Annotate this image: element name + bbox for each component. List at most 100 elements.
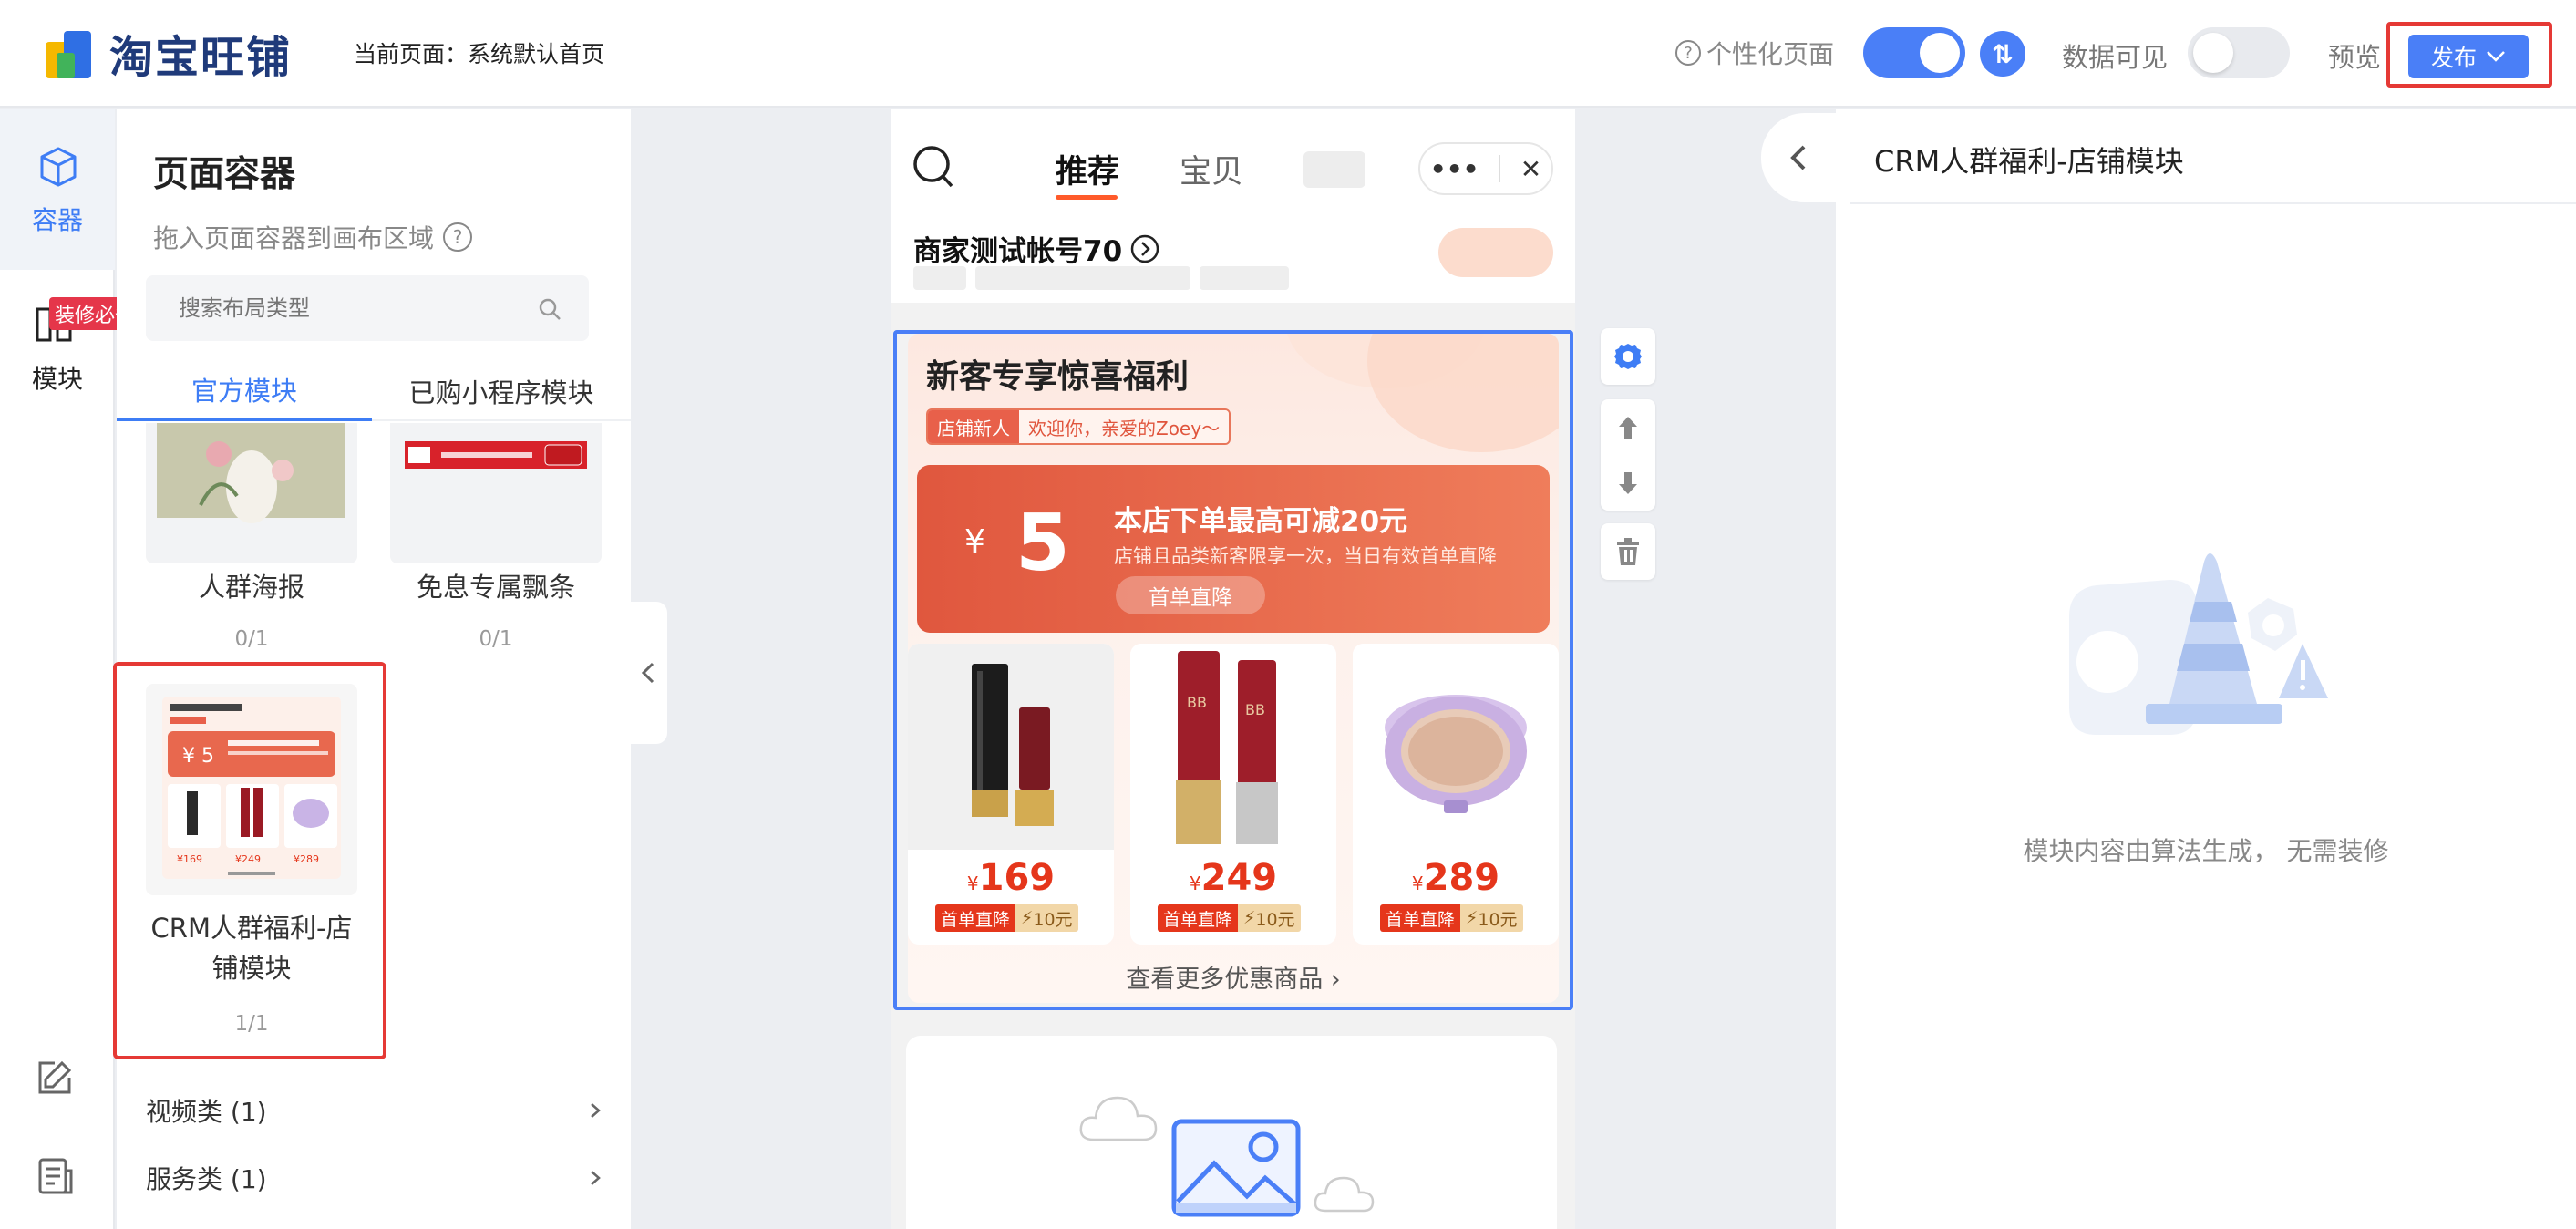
product-card-cushion[interactable]: ¥289 首单直降 ⚡ 10元 bbox=[1353, 644, 1559, 945]
bb-cream-image: BB BB bbox=[1130, 644, 1336, 850]
taobao-wangpu-logo: 淘宝旺铺 bbox=[44, 24, 292, 83]
card-name: 免息专属飘条 bbox=[416, 572, 575, 603]
shop-header: 推荐 宝贝 ••• ✕ 商家测试帐号70 bbox=[891, 109, 1575, 303]
personalize-help[interactable]: ? 个性化页面 bbox=[1675, 24, 1834, 82]
first-order-button[interactable]: 首单直降 bbox=[1116, 576, 1265, 614]
chevron-right-icon bbox=[591, 1103, 601, 1118]
tag-discount: ⚡ 10元 bbox=[1460, 904, 1523, 932]
price-value: 169 bbox=[978, 857, 1056, 899]
settings-button[interactable] bbox=[1601, 328, 1655, 385]
data-visible-label: 数据可见 bbox=[2062, 42, 2169, 73]
coupon-amount: 5 bbox=[1015, 498, 1070, 589]
gear-icon bbox=[1614, 344, 1642, 369]
product-card-bb-cream[interactable]: BB BB ¥249 首单直降 ⚡ 10元 bbox=[1130, 644, 1336, 945]
price-value: 289 bbox=[1423, 857, 1500, 899]
tag-discount: ⚡ 10元 bbox=[1238, 904, 1301, 932]
card-name: 人群海报 bbox=[198, 572, 304, 603]
search-icon[interactable] bbox=[912, 144, 955, 190]
category-video[interactable]: 视频类 (1) bbox=[146, 1083, 602, 1138]
product-tag: 首单直降 ⚡ 10元 bbox=[935, 904, 1078, 932]
rail-label-container: 容器 bbox=[31, 205, 83, 235]
lipstick-image bbox=[908, 644, 1114, 850]
panel-title: 页面容器 bbox=[153, 154, 296, 195]
svg-text:BB: BB bbox=[1187, 694, 1207, 711]
selected-card-highlight bbox=[113, 662, 386, 1059]
arrow-down-icon[interactable] bbox=[1616, 470, 1640, 497]
mini-program-capsule: ••• ✕ bbox=[1418, 142, 1553, 195]
swap-icon[interactable]: ⇅ bbox=[1980, 31, 2025, 77]
help-icon[interactable]: ? bbox=[443, 222, 473, 252]
panel-subtitle: 拖入页面容器到画布区域 ? bbox=[153, 219, 478, 255]
preview-button[interactable]: 预览 bbox=[2328, 36, 2381, 75]
skeleton-bar bbox=[913, 266, 966, 290]
layout-search-input[interactable] bbox=[146, 275, 529, 341]
module-card-interest-free-banner[interactable]: 免息专属飘条 0/1 bbox=[390, 423, 602, 769]
shop-tab-items[interactable]: 宝贝 bbox=[1180, 146, 1243, 192]
cloud-icon bbox=[1079, 1096, 1158, 1141]
view-more-deals-link[interactable]: 查看更多优惠商品 › bbox=[908, 959, 1559, 995]
chevron-left-icon bbox=[1790, 145, 1806, 170]
image-placeholder-module[interactable] bbox=[906, 1036, 1557, 1229]
tag-first-order: 首单直降 bbox=[1380, 904, 1461, 932]
traffic-cone-empty-icon bbox=[2069, 553, 2328, 735]
product-card-lipstick[interactable]: ¥169 首单直降 ⚡ 10元 bbox=[908, 644, 1114, 945]
document-list-icon[interactable] bbox=[35, 1156, 75, 1196]
skeleton-bar bbox=[975, 266, 1190, 290]
shop-name-text: 商家测试帐号70 bbox=[913, 235, 1123, 268]
tab-official-modules[interactable]: 官方模块 bbox=[117, 361, 372, 421]
product-price: ¥169 bbox=[908, 857, 1114, 899]
properties-title: CRM人群福利-店铺模块 bbox=[1874, 144, 2184, 179]
cloud-icon bbox=[1314, 1176, 1375, 1213]
collapse-left-panel-button[interactable] bbox=[629, 602, 667, 744]
move-buttons bbox=[1601, 399, 1655, 511]
data-visible-toggle[interactable] bbox=[2188, 27, 2290, 78]
chevron-circle-right-icon bbox=[1130, 234, 1159, 263]
product-price: ¥249 bbox=[1130, 857, 1336, 899]
shop-name[interactable]: 商家测试帐号70 bbox=[913, 228, 1160, 269]
coupon-description: 店铺且品类新客限享一次，当日有效首单直降 bbox=[1114, 545, 1497, 567]
edit-icon[interactable] bbox=[35, 1058, 75, 1098]
collapse-right-panel-button[interactable] bbox=[1761, 113, 1836, 202]
new-member-tag: 店铺新人 bbox=[928, 410, 1019, 443]
top-bar: 淘宝旺铺 当前页面：系统默认首页 ? 个性化页面 ⇅ 数据可见 预览 发布 bbox=[0, 0, 2576, 108]
tag-first-order: 首单直降 bbox=[1158, 904, 1239, 932]
question-icon: ? bbox=[1675, 40, 1701, 66]
follow-button-placeholder[interactable] bbox=[1438, 228, 1553, 277]
tab-purchased-modules[interactable]: 已购小程序模块 bbox=[372, 361, 631, 421]
currency-symbol: ¥ bbox=[966, 873, 979, 894]
rail-item-module[interactable]: 模块 bbox=[0, 270, 115, 398]
category-service[interactable]: 服务类 (1) bbox=[146, 1151, 602, 1205]
publish-label: 发布 bbox=[2430, 45, 2477, 71]
greeting-text: 欢迎你，亲爱的Zoey～ bbox=[1019, 410, 1230, 443]
arrow-up-icon[interactable] bbox=[1616, 414, 1640, 441]
coupon-yen: ¥ bbox=[964, 523, 985, 561]
more-icon[interactable]: ••• bbox=[1430, 154, 1479, 184]
product-tag: 首单直降 ⚡ 10元 bbox=[1158, 904, 1301, 932]
cushion-compact-image bbox=[1353, 644, 1559, 850]
publish-button[interactable]: 发布 bbox=[2408, 35, 2529, 78]
product-tag: 首单直降 ⚡ 10元 bbox=[1380, 904, 1523, 932]
trash-icon bbox=[1617, 538, 1639, 565]
current-page-label: 当前页面：系统默认首页 bbox=[354, 41, 605, 67]
panel-subtitle-text: 拖入页面容器到画布区域 bbox=[153, 223, 435, 253]
search-icon[interactable] bbox=[538, 297, 562, 321]
delete-button[interactable] bbox=[1601, 523, 1655, 580]
interest-free-banner-thumbnail bbox=[390, 423, 602, 563]
personalize-toggle[interactable] bbox=[1863, 27, 1965, 78]
tag-first-order: 首单直降 bbox=[935, 904, 1016, 932]
card-count: 0/1 bbox=[479, 627, 513, 651]
crm-title: 新客专享惊喜福利 bbox=[926, 358, 1190, 396]
shop-tab-recommend[interactable]: 推荐 bbox=[1056, 146, 1119, 200]
product-price: ¥289 bbox=[1353, 857, 1559, 899]
skeleton-bar bbox=[1200, 266, 1289, 290]
close-icon[interactable]: ✕ bbox=[1520, 154, 1541, 184]
left-rail: 容器 模块 装修必备 bbox=[0, 109, 141, 1229]
publish-highlight: 发布 bbox=[2386, 22, 2552, 88]
coupon-card[interactable]: ¥ 5 本店下单最高可减20元 店铺且品类新客限享一次，当日有效首单直降 首单直… bbox=[917, 465, 1550, 633]
category-video-label: 视频类 (1) bbox=[146, 1097, 267, 1127]
rail-item-container[interactable]: 容器 bbox=[0, 109, 115, 270]
chevron-down-icon bbox=[2487, 51, 2505, 62]
crm-module-block[interactable]: 新客专享惊喜福利 店铺新人 欢迎你，亲爱的Zoey～ ¥ 5 本店下单最高可减2… bbox=[893, 330, 1573, 1010]
phone-canvas: 推荐 宝贝 ••• ✕ 商家测试帐号70 新客专享惊喜福利 店铺新人 欢迎你，亲… bbox=[891, 109, 1575, 1229]
price-value: 249 bbox=[1200, 857, 1278, 899]
